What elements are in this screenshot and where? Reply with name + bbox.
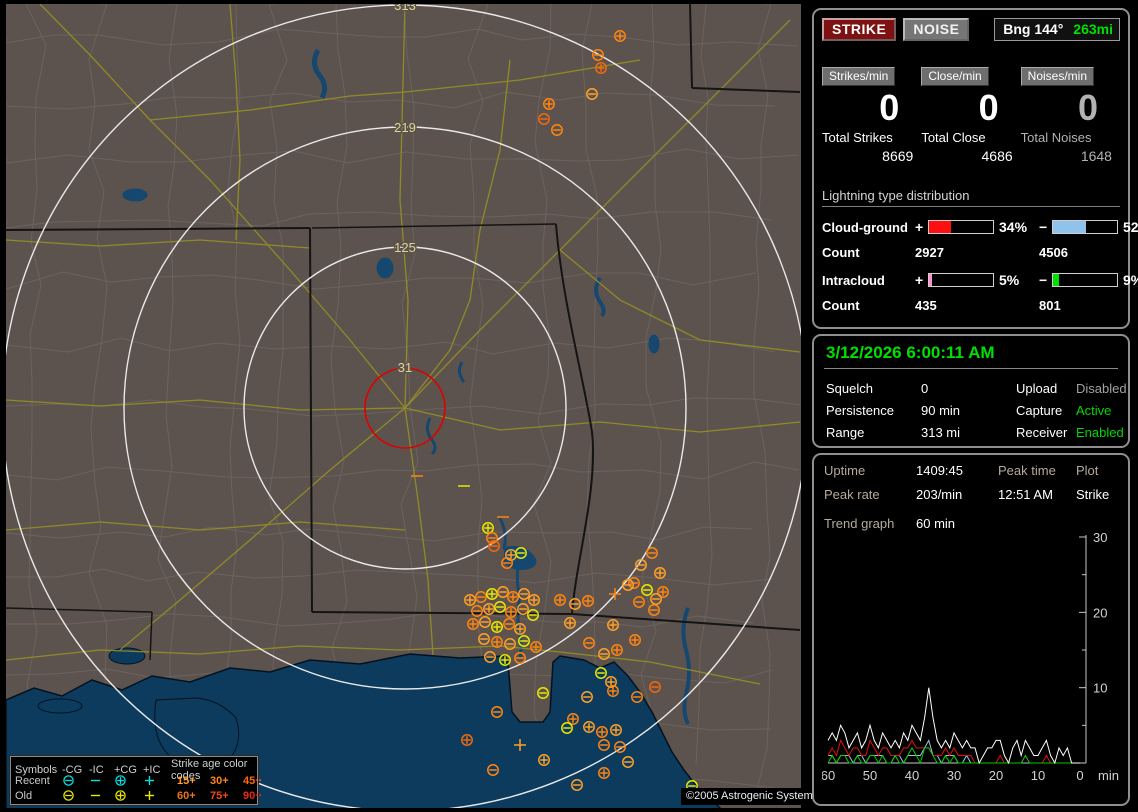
cloud-ground-counts: Count 2927 4506: [822, 245, 1120, 260]
counters-panel: STRIKE NOISE Bng 144° 263mi Strikes/min …: [812, 8, 1138, 329]
svg-text:40: 40: [905, 768, 919, 783]
cg-pos-icon: [114, 789, 143, 802]
bearing-label: Bng 144°: [1003, 21, 1064, 37]
copyright-label: ©2005 Astrogenic Systems: [681, 788, 824, 805]
cloud-ground-row: Cloud-ground + 34% − 52%: [822, 219, 1138, 235]
ic-pos-icon: [143, 774, 171, 787]
close-counter: Close/min 0 Total Close 4686: [921, 67, 1020, 164]
strikes-per-min-chip: Strikes/min: [822, 67, 896, 86]
ic-pos-bar: [928, 273, 994, 287]
intracloud-counts: Count 435 801: [822, 298, 1120, 313]
datetime-display: 3/12/2026 6:00:11 AM: [824, 341, 1118, 369]
map-legend: Symbols -CG -IC +CG +IC Strike age color…: [9, 755, 262, 806]
total-close-value: 4686: [981, 148, 1013, 164]
legend-row-old: Old 60+ 75+ 90+: [15, 789, 262, 802]
svg-text:30: 30: [1093, 533, 1107, 545]
cg-neg-bar: [1052, 220, 1118, 234]
noises-per-min-chip: Noises/min: [1020, 67, 1095, 86]
svg-text:60: 60: [822, 768, 835, 783]
svg-text:20: 20: [1093, 605, 1107, 620]
close-rate-value: 0: [978, 87, 999, 128]
range-value: 313 mi: [921, 425, 961, 440]
ic-neg-count: 801: [1039, 298, 1061, 313]
cg-pos-count: 2927: [915, 245, 944, 260]
cg-pos-icon: [114, 774, 143, 787]
svg-text:10: 10: [1093, 681, 1107, 696]
cg-neg-icon: [62, 789, 89, 802]
persistence-value: 90 min: [921, 403, 961, 418]
cg-pos-bar: [928, 220, 994, 234]
close-per-min-chip: Close/min: [921, 67, 989, 86]
cg-neg-icon: [62, 774, 89, 787]
total-noises-value: 1648: [1080, 148, 1112, 164]
map-panel: 313 219 125 31 Symbols -CG -IC +CG +IC Stri…: [0, 0, 824, 812]
session-grid: Uptime 1409:45 Peak time Plot Peak rate 203…: [822, 463, 1122, 502]
svg-text:219: 219: [394, 120, 416, 135]
svg-text:313: 313: [394, 0, 416, 13]
svg-text:0: 0: [1076, 768, 1083, 783]
svg-text:min: min: [1098, 768, 1119, 783]
ic-neg-icon: [89, 774, 114, 787]
map-canvas[interactable]: 313 219 125 31: [0, 0, 806, 812]
svg-text:31: 31: [398, 360, 412, 375]
settings-grid: Squelch 0 Upload Disabled Persistence 90 mi…: [826, 381, 1127, 440]
trend-graph: 10 20 30 60 50 40 30 20 10 0 min: [821, 530, 1119, 783]
svg-text:10: 10: [1031, 768, 1045, 783]
trend-panel: Uptime 1409:45 Peak time Plot Peak rate 203…: [812, 453, 1130, 806]
total-strikes-value: 8669: [882, 148, 914, 164]
strikes-rate-value: 0: [879, 87, 900, 128]
capture-status: Active: [1076, 403, 1112, 418]
peak-time-value: 12:51 AM: [998, 487, 1053, 502]
noise-button[interactable]: NOISE: [903, 18, 970, 41]
intracloud-row: Intracloud + 5% − 9%: [822, 272, 1138, 288]
ic-neg-bar: [1052, 273, 1118, 287]
noises-counter: Noises/min 0 Total Noises 1648: [1020, 67, 1120, 164]
svg-text:20: 20: [989, 768, 1003, 783]
strikes-counter: Strikes/min 0 Total Strikes 8669: [822, 67, 921, 164]
ic-neg-icon: [89, 789, 114, 802]
plot-mode-value: Strike: [1076, 487, 1110, 502]
status-panel: 3/12/2026 6:00:11 AM Squelch 0 Upload Disa…: [812, 334, 1130, 448]
noises-rate-value: 0: [1077, 87, 1098, 128]
cg-neg-count: 4506: [1039, 245, 1068, 260]
app-window: 313 219 125 31 Symbols -CG -IC +CG +IC Stri…: [0, 0, 1138, 812]
squelch-value: 0: [921, 381, 929, 396]
upload-status: Disabled: [1076, 381, 1127, 396]
receiver-status: Enabled: [1076, 425, 1124, 440]
svg-text:50: 50: [863, 768, 877, 783]
peak-rate-value: 203/min: [916, 487, 963, 502]
ic-pos-count: 435: [915, 298, 937, 313]
svg-text:125: 125: [394, 240, 416, 255]
uptime-value: 1409:45: [916, 463, 963, 478]
bearing-range: 263mi: [1073, 21, 1113, 37]
svg-text:30: 30: [947, 768, 961, 783]
distribution-title: Lightning type distribution: [822, 188, 1120, 207]
bearing-display: Bng 144° 263mi: [994, 18, 1120, 41]
trend-graph-label: Trend graph 60 min: [824, 516, 956, 531]
legend-row-recent: Recent 15+ 30+ 45+: [15, 774, 262, 787]
strike-button[interactable]: STRIKE: [822, 18, 897, 41]
ic-pos-icon: [143, 789, 171, 802]
